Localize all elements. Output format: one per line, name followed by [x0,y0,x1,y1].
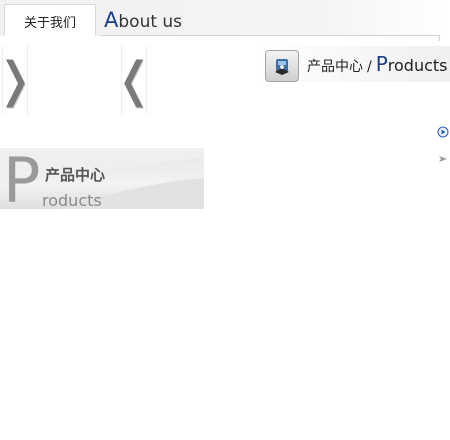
chevron-right-icon: ❭ [0,56,35,104]
product-icon [265,50,299,82]
about-us-heading: About us [104,8,182,32]
tab-about-us-label: 关于我们 [23,16,76,31]
arrow-right-icon[interactable] [437,153,449,165]
products-panel[interactable]: P 产品中心 roducts [0,148,204,209]
products-big-letter: P [3,148,41,210]
play-circle-icon[interactable] [437,126,449,138]
products-title-en: roducts [42,191,102,209]
slider-prev-button[interactable]: ❭ [0,46,35,114]
breadcrumb-en-rest: roducts [387,56,448,75]
breadcrumb-separator: / [367,59,372,75]
breadcrumb-cn: 产品中心 [307,59,363,75]
tab-about-us[interactable]: 关于我们 [4,4,96,36]
about-us-heading-initial: A [104,8,119,32]
about-us-heading-rest: bout us [118,12,183,32]
header-divider [100,35,440,36]
products-title-cn: 产品中心 [45,166,106,184]
breadcrumb-text: 产品中心 / Products [307,52,448,76]
slider-next-button[interactable]: ❬ [114,46,154,114]
chevron-left-icon: ❬ [113,52,155,108]
header-divider-cap [439,35,440,41]
breadcrumb-en-initial: P [375,52,388,76]
